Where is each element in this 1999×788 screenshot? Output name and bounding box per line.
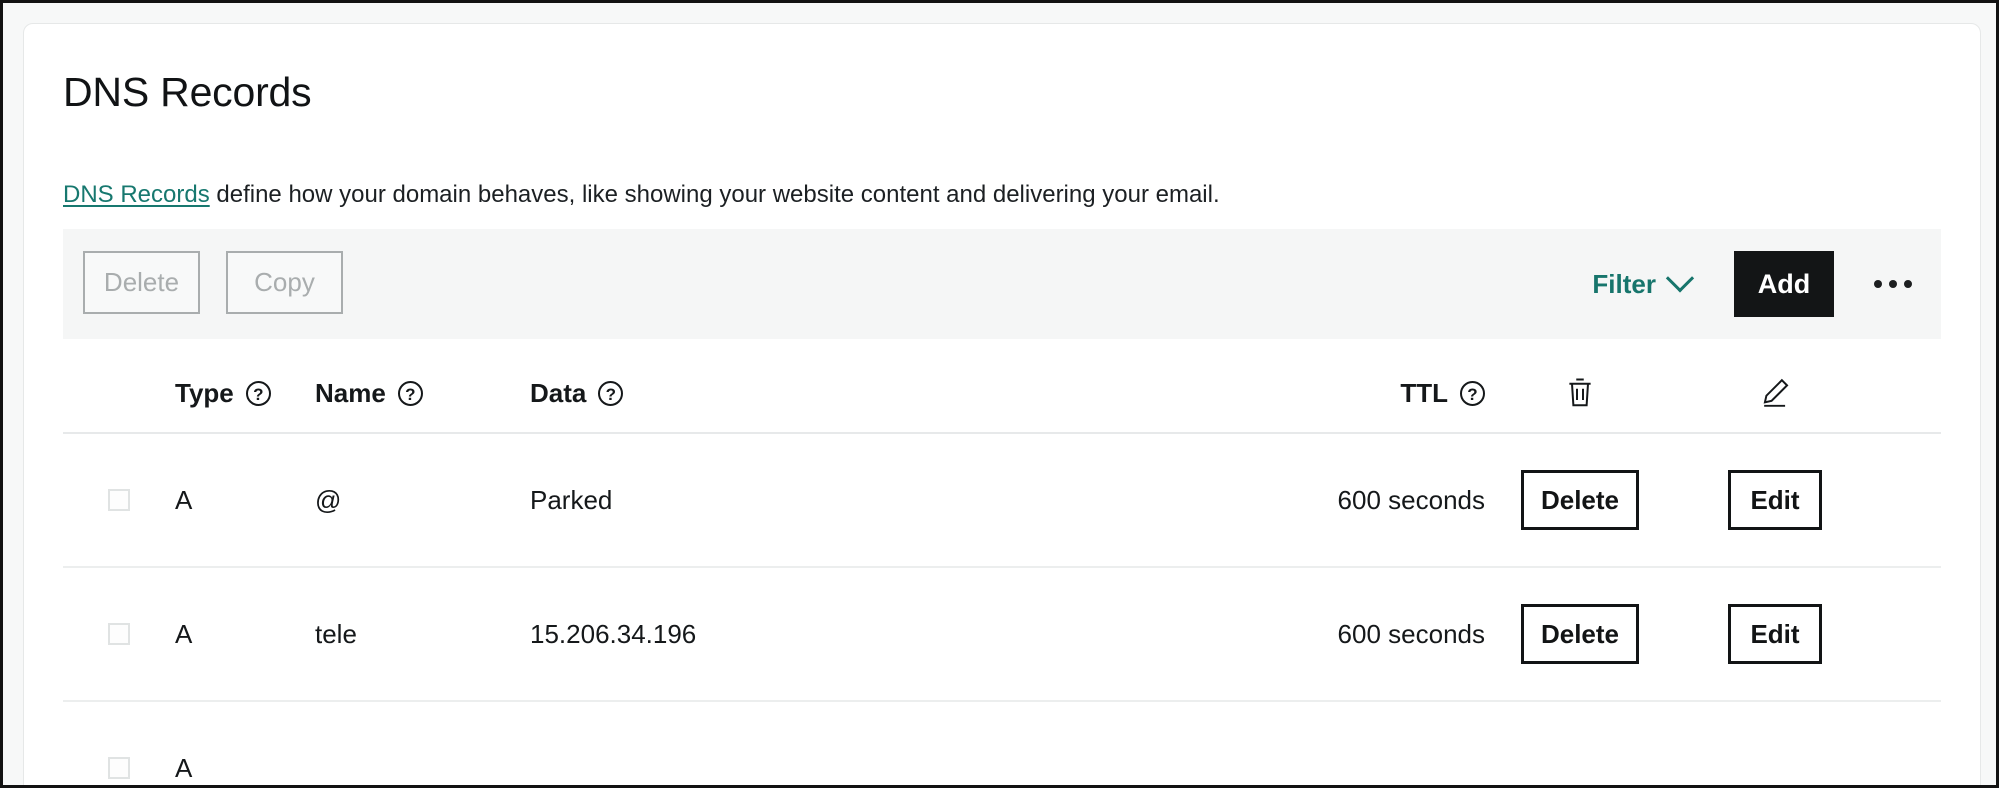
row-edit-button[interactable]: Edit (1728, 604, 1822, 664)
toolbar-right-group: Filter Add (1592, 229, 1916, 339)
help-icon-ttl[interactable]: ? (1460, 380, 1485, 406)
column-header-data-label: Data (530, 377, 587, 408)
column-header-name-label: Name (315, 377, 386, 408)
table-row: A tele 15.206.34.196 600 seconds Delete … (63, 568, 1941, 702)
trash-icon (1569, 378, 1591, 407)
ellipsis-icon[interactable] (1870, 268, 1916, 300)
table-toolbar: Delete Copy Filter Add (63, 229, 1941, 339)
cell-data: Parked (530, 484, 613, 515)
table-row: A @ Parked 600 seconds Delete Edit (63, 434, 1941, 568)
filter-label: Filter (1592, 268, 1656, 299)
bulk-delete-button[interactable]: Delete (83, 251, 200, 314)
cell-name: tele (315, 618, 357, 649)
row-edit-cell: Edit (1675, 604, 1875, 664)
page-description: DNS Records define how your domain behav… (63, 179, 1220, 210)
cell-ttl: 600 seconds (1337, 618, 1485, 649)
chevron-down-icon (1665, 264, 1695, 293)
screenshot-frame: DNS Records DNS Records define how your … (0, 0, 1999, 788)
add-button[interactable]: Add (1734, 251, 1834, 317)
cell-type: A (175, 484, 193, 515)
row-edit-cell: Edit (1675, 470, 1875, 530)
row-select-cell (63, 757, 175, 779)
toolbar-left-group: Delete Copy (83, 251, 343, 314)
column-header-edit (1675, 376, 1875, 410)
row-select-cell (63, 489, 175, 511)
cell-ttl: 600 seconds (1337, 484, 1485, 515)
help-icon-data[interactable]: ? (598, 380, 624, 406)
row-delete-button[interactable]: Delete (1521, 470, 1639, 530)
pencil-icon (1763, 378, 1789, 407)
table-row: A (63, 702, 1941, 785)
help-icon-name[interactable]: ? (397, 380, 423, 406)
row-checkbox[interactable] (108, 757, 130, 779)
column-header-ttl-label: TTL (1400, 377, 1448, 408)
cell-type: A (175, 752, 193, 783)
column-header-data: Data ? (530, 378, 1185, 409)
dns-records-card: DNS Records DNS Records define how your … (23, 23, 1981, 785)
help-icon-type[interactable]: ? (245, 380, 271, 406)
row-delete-cell: Delete (1485, 470, 1675, 530)
cell-name: @ (315, 484, 342, 515)
column-header-ttl: TTL ? (1185, 378, 1485, 409)
dns-records-table: Type ? Name ? Data ? TTL ? A @ Parked 60… (63, 354, 1941, 785)
column-header-delete (1485, 376, 1675, 410)
dns-records-link[interactable]: DNS Records (63, 181, 210, 208)
column-header-name: Name ? (315, 378, 530, 409)
row-edit-button[interactable]: Edit (1728, 470, 1822, 530)
row-delete-button[interactable]: Delete (1521, 604, 1639, 664)
row-select-cell (63, 623, 175, 645)
page-description-text: define how your domain behaves, like sho… (209, 181, 1220, 208)
bulk-copy-button[interactable]: Copy (226, 251, 343, 314)
cell-type: A (175, 618, 193, 649)
column-header-type: Type ? (175, 378, 315, 409)
page-title: DNS Records (63, 69, 312, 115)
filter-button[interactable]: Filter (1592, 264, 1695, 300)
row-delete-cell: Delete (1485, 604, 1675, 664)
cell-data: 15.206.34.196 (530, 618, 697, 649)
row-checkbox[interactable] (108, 623, 130, 645)
column-header-type-label: Type (175, 377, 234, 408)
table-header-row: Type ? Name ? Data ? TTL ? (63, 354, 1941, 434)
row-checkbox[interactable] (108, 489, 130, 511)
